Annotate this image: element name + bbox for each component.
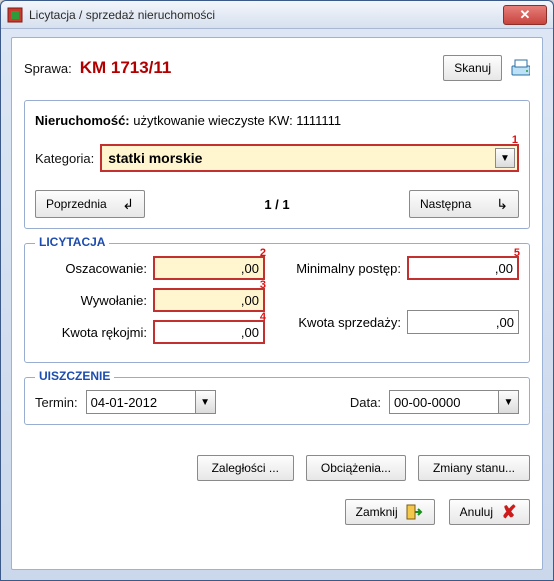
nieruchomosc-value: użytkowanie wieczyste KW: 1111111 — [133, 113, 341, 128]
arrow-next-icon: ↳ — [496, 196, 508, 213]
min-postep-label: Minimalny postęp: — [296, 261, 401, 276]
skanuj-label: Skanuj — [454, 61, 491, 75]
uiszczenie-group: UISZCZENIE Termin: ▼ Data: ▼ — [24, 377, 530, 425]
sprawa-value: KM 1713/11 — [80, 58, 172, 78]
kategoria-dropdown-button[interactable]: ▼ — [495, 148, 515, 168]
zmiany-label: Zmiany stanu... — [433, 461, 515, 475]
licytacja-group: LICYTACJA 2 Oszacowanie: 3 Wywołanie: 4 — [24, 243, 530, 363]
rekojmia-label: Kwota rękojmi: — [62, 325, 147, 340]
wywolanie-label: Wywołanie: — [81, 293, 147, 308]
next-button[interactable]: Następna ↳ — [409, 190, 519, 218]
data-dropdown-button[interactable]: ▼ — [499, 390, 519, 414]
action-buttons-row: Zaległości ... Obciążenia... Zmiany stan… — [24, 455, 530, 481]
zamknij-label: Zamknij — [356, 505, 398, 519]
nieruchomosc-label: Nieruchomość: — [35, 113, 130, 128]
prev-button[interactable]: Poprzednia ↲ — [35, 190, 145, 218]
min-postep-input[interactable] — [407, 256, 519, 280]
kategoria-label: Kategoria: — [35, 151, 94, 166]
next-label: Następna — [420, 197, 471, 211]
required-marker-4: 4 — [260, 311, 266, 323]
termin-dropdown-button[interactable]: ▼ — [196, 390, 216, 414]
required-marker-5: 5 — [514, 247, 520, 259]
arrow-prev-icon: ↲ — [122, 196, 134, 213]
zaleglsci-button[interactable]: Zaległości ... — [197, 455, 294, 481]
termin-label: Termin: — [35, 395, 78, 410]
prev-label: Poprzednia — [46, 197, 107, 211]
window-title: Licytacja / sprzedaż nieruchomości — [29, 8, 215, 22]
anuluj-button[interactable]: Anuluj ✘ — [449, 499, 530, 525]
zamknij-button[interactable]: Zamknij — [345, 499, 435, 525]
required-marker-2: 2 — [260, 247, 266, 259]
chevron-down-icon: ▼ — [500, 153, 510, 164]
uiszczenie-legend: UISZCZENIE — [35, 369, 114, 383]
kwota-sprzedazy-label: Kwota sprzedaży: — [298, 315, 401, 330]
oszacowanie-label: Oszacowanie: — [65, 261, 147, 276]
kategoria-value: statki morskie — [102, 150, 202, 166]
termin-input[interactable] — [86, 390, 196, 414]
kategoria-combo[interactable]: 1 statki morskie ▼ — [100, 144, 519, 172]
bottom-buttons-row: Zamknij Anuluj ✘ — [24, 499, 530, 525]
licytacja-legend: LICYTACJA — [35, 235, 109, 249]
kwota-sprzedazy-input[interactable] — [407, 310, 519, 334]
page-indicator: 1 / 1 — [264, 197, 289, 212]
obciazenia-button[interactable]: Obciążenia... — [306, 455, 406, 481]
app-window: Licytacja / sprzedaż nieruchomości ✕ Spr… — [0, 0, 554, 581]
zmiany-button[interactable]: Zmiany stanu... — [418, 455, 530, 481]
zaleglsci-label: Zaległości ... — [212, 461, 279, 475]
termin-date-field[interactable]: ▼ — [86, 390, 216, 414]
wywolanie-input[interactable] — [153, 288, 265, 312]
scanner-icon[interactable] — [510, 58, 530, 78]
nieruchomosc-group: Nieruchomość: użytkowanie wieczyste KW: … — [24, 100, 530, 229]
sprawa-label: Sprawa: — [24, 61, 72, 76]
client-area: Sprawa: KM 1713/11 Skanuj Nieruchomość: … — [11, 37, 543, 570]
oszacowanie-input[interactable] — [153, 256, 265, 280]
titlebar: Licytacja / sprzedaż nieruchomości ✕ — [1, 1, 553, 29]
skanuj-button[interactable]: Skanuj — [443, 55, 502, 81]
required-marker-1: 1 — [512, 134, 518, 146]
nieruchomosc-line: Nieruchomość: użytkowanie wieczyste KW: … — [35, 113, 519, 128]
data-date-field[interactable]: ▼ — [389, 390, 519, 414]
obciazenia-label: Obciążenia... — [321, 461, 391, 475]
exit-door-icon — [404, 502, 424, 522]
data-input[interactable] — [389, 390, 499, 414]
app-icon — [7, 7, 23, 23]
close-icon: ✕ — [520, 7, 531, 23]
rekojmia-input[interactable] — [153, 320, 265, 344]
cancel-x-icon: ✘ — [499, 502, 519, 522]
required-marker-3: 3 — [260, 279, 266, 291]
chevron-down-icon: ▼ — [504, 397, 514, 408]
chevron-down-icon: ▼ — [200, 397, 210, 408]
data-label: Data: — [350, 395, 381, 410]
header-row: Sprawa: KM 1713/11 Skanuj — [24, 52, 530, 84]
anuluj-label: Anuluj — [460, 505, 493, 519]
window-close-button[interactable]: ✕ — [503, 5, 547, 25]
